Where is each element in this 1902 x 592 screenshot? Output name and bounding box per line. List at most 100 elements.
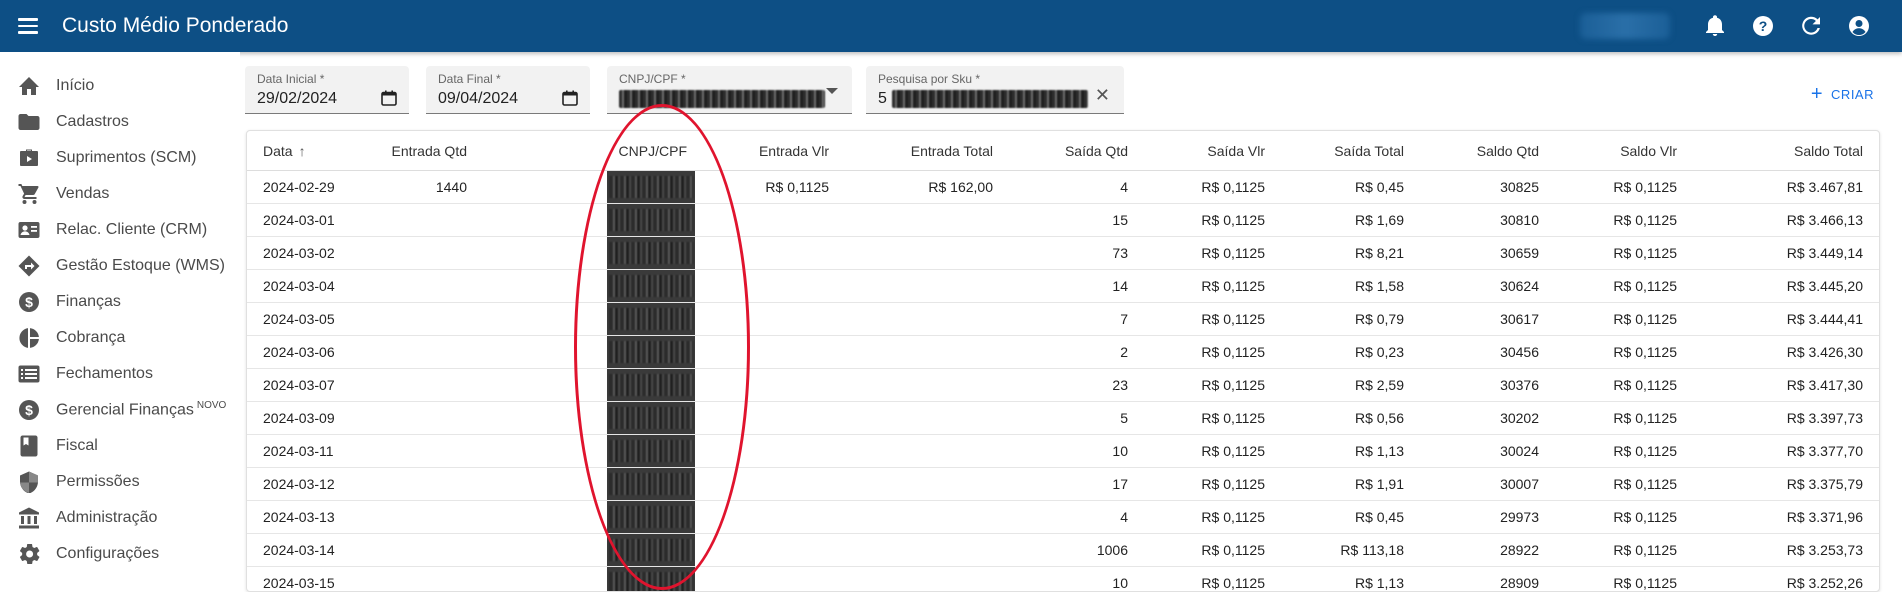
cell-saida-qtd: 10 [1112,443,1128,459]
bell-icon[interactable] [1702,13,1728,39]
table-row[interactable]: 2024-03-05 7 R$ 0,1125 R$ 0,79 30617 R$ 0,112… [247,303,1879,336]
cell-saldo-vlr: R$ 0,1125 [1613,212,1677,228]
table-row[interactable]: 2024-03-07 23 R$ 0,1125 R$ 2,59 30376 R$ 0,11… [247,369,1879,402]
sidebar-item-wms[interactable]: Gestão Estoque (WMS) [0,248,240,284]
refresh-icon[interactable] [1798,13,1824,39]
cell-saldo-vlr: R$ 0,1125 [1613,542,1677,558]
sidebar-item-label: Fechamentos [56,365,153,382]
cell-saldo-total: R$ 3.449,14 [1786,245,1863,261]
sidebar-item-cadastros[interactable]: Cadastros [0,104,240,140]
sidebar-item-label: Permissões [56,473,140,490]
cell-saldo-total: R$ 3.375,79 [1786,476,1863,492]
cell-data: 2024-03-02 [263,245,335,261]
sidebar-item-fiscal[interactable]: Fiscal [0,428,240,464]
table-row[interactable]: 2024-03-12 17 R$ 0,1125 R$ 1,91 30007 R$ 0,11… [247,468,1879,501]
table-row[interactable]: 2024-03-13 4 R$ 0,1125 R$ 0,45 29973 R$ 0,112… [247,501,1879,534]
field-label: Data Inicial * [257,72,325,86]
cell-saida-total: R$ 0,79 [1354,311,1404,327]
column-header-saida-vlr[interactable]: Saída Vlr [1207,143,1265,159]
cnpj-select[interactable]: CNPJ/CPF * [607,66,852,114]
column-header-entrada-qtd[interactable]: Entrada Qtd [392,143,468,159]
cell-data: 2024-03-05 [263,311,335,327]
cell-saldo-total: R$ 3.417,30 [1786,377,1863,393]
redacted-cnpj-cell [609,176,693,198]
column-header-saldo-qtd[interactable]: Saldo Qtd [1477,143,1539,159]
cell-saida-total: R$ 2,59 [1354,377,1404,393]
column-header-cnpj[interactable]: CNPJ/CPF [619,143,687,159]
cell-saida-total: R$ 0,23 [1354,344,1404,360]
sidebar-item-label: Cobrança [56,329,126,346]
table-row[interactable]: 2024-03-14 1006 R$ 0,1125 R$ 113,18 28922 R$ … [247,534,1879,567]
sidebar-item-permissoes[interactable]: Permissões [0,464,240,500]
cell-saldo-qtd: 30624 [1500,278,1539,294]
table-row[interactable]: 2024-03-01 15 R$ 0,1125 R$ 1,69 30810 R$ 0,11… [247,204,1879,237]
column-header-entrada-total[interactable]: Entrada Total [911,143,993,159]
column-header-data[interactable]: Data ↑ [263,143,306,159]
cell-entrada-vlr: R$ 0,1125 [765,179,829,195]
chevron-down-icon[interactable] [826,88,838,94]
column-header-saida-total[interactable]: Saída Total [1334,143,1404,159]
cell-saida-vlr: R$ 0,1125 [1201,542,1265,558]
sidebar-item-fechamentos[interactable]: Fechamentos [0,356,240,392]
pie-icon [17,326,41,350]
briefcase-icon [17,146,41,170]
create-button[interactable]: + CRIAR [1811,84,1874,104]
cell-saldo-total: R$ 3.377,70 [1786,443,1863,459]
cell-saida-total: R$ 1,58 [1354,278,1404,294]
calendar-icon[interactable] [381,90,397,106]
table-row[interactable]: 2024-03-11 10 R$ 0,1125 R$ 1,13 30024 R$ 0,11… [247,435,1879,468]
folder-icon [17,110,41,134]
sidebar-item-suprimentos[interactable]: Suprimentos (SCM) [0,140,240,176]
cell-saida-vlr: R$ 0,1125 [1201,410,1265,426]
sidebar-item-label: Finanças [56,293,121,310]
data-final-field[interactable]: Data Final * 09/04/2024 [426,66,590,114]
sidebar-item-crm[interactable]: Relac. Cliente (CRM) [0,212,240,248]
cell-entrada-qtd: 1440 [435,179,467,195]
field-value: 29/02/2024 [257,90,338,107]
calendar-icon[interactable] [562,90,578,106]
cell-data: 2024-03-01 [263,212,335,228]
redacted-cnpj-cell [609,242,693,264]
sidebar-item-financas[interactable]: $ Finanças [0,284,240,320]
account-icon[interactable] [1846,13,1872,39]
sidebar-item-label: Relac. Cliente (CRM) [56,221,208,238]
sidebar-item-administracao[interactable]: Administração [0,500,240,536]
sku-search-field[interactable]: Pesquisa por Sku * 5 ✕ [866,66,1124,114]
table-row[interactable]: 2024-02-29 1440 R$ 0,1125 R$ 162,00 4 R$ 0,11… [247,171,1879,204]
field-label: Data Final * [438,72,501,86]
close-icon[interactable]: ✕ [1095,86,1110,104]
table-row[interactable]: 2024-03-09 5 R$ 0,1125 R$ 0,56 30202 R$ 0,112… [247,402,1879,435]
sidebar-item-vendas[interactable]: Vendas [0,176,240,212]
home-icon [17,74,41,98]
help-icon[interactable]: ? [1750,13,1776,39]
sidebar-item-configuracoes[interactable]: Configurações [0,536,240,572]
cell-saida-vlr: R$ 0,1125 [1201,443,1265,459]
redacted-cnpj-cell [609,473,693,495]
cell-saldo-vlr: R$ 0,1125 [1613,443,1677,459]
cell-saida-vlr: R$ 0,1125 [1201,311,1265,327]
menu-icon[interactable] [18,14,42,38]
cell-data: 2024-03-14 [263,542,335,558]
redacted-cnpj-value [619,90,825,108]
table-row[interactable]: 2024-03-15 10 R$ 0,1125 R$ 1,13 28909 R$ 0,11… [247,567,1879,591]
column-header-saida-qtd[interactable]: Saída Qtd [1065,143,1128,159]
table-row[interactable]: 2024-03-04 14 R$ 0,1125 R$ 1,58 30624 R$ 0,11… [247,270,1879,303]
column-header-entrada-vlr[interactable]: Entrada Vlr [759,143,829,159]
cell-data: 2024-03-06 [263,344,335,360]
plus-icon: + [1810,83,1824,105]
sort-arrow-up-icon[interactable]: ↑ [299,143,306,159]
redacted-cnpj-cell [609,440,693,462]
data-inicial-field[interactable]: Data Inicial * 29/02/2024 [245,66,409,114]
cell-saldo-total: R$ 3.445,20 [1786,278,1863,294]
table-row[interactable]: 2024-03-02 73 R$ 0,1125 R$ 8,21 30659 R$ 0,11… [247,237,1879,270]
sidebar-item-gerencial-financas[interactable]: $ Gerencial Finanças NOVO [0,392,240,428]
sidebar-item-inicio[interactable]: Início [0,68,240,104]
table-row[interactable]: 2024-03-06 2 R$ 0,1125 R$ 0,23 30456 R$ 0,112… [247,336,1879,369]
list-icon [17,362,41,386]
column-header-saldo-total[interactable]: Saldo Total [1794,143,1863,159]
sidebar-item-label: Configurações [56,545,160,562]
column-header-saldo-vlr[interactable]: Saldo Vlr [1620,143,1677,159]
sidebar-item-cobranca[interactable]: Cobrança [0,320,240,356]
cell-saida-vlr: R$ 0,1125 [1201,575,1265,591]
shield-icon [17,470,41,494]
